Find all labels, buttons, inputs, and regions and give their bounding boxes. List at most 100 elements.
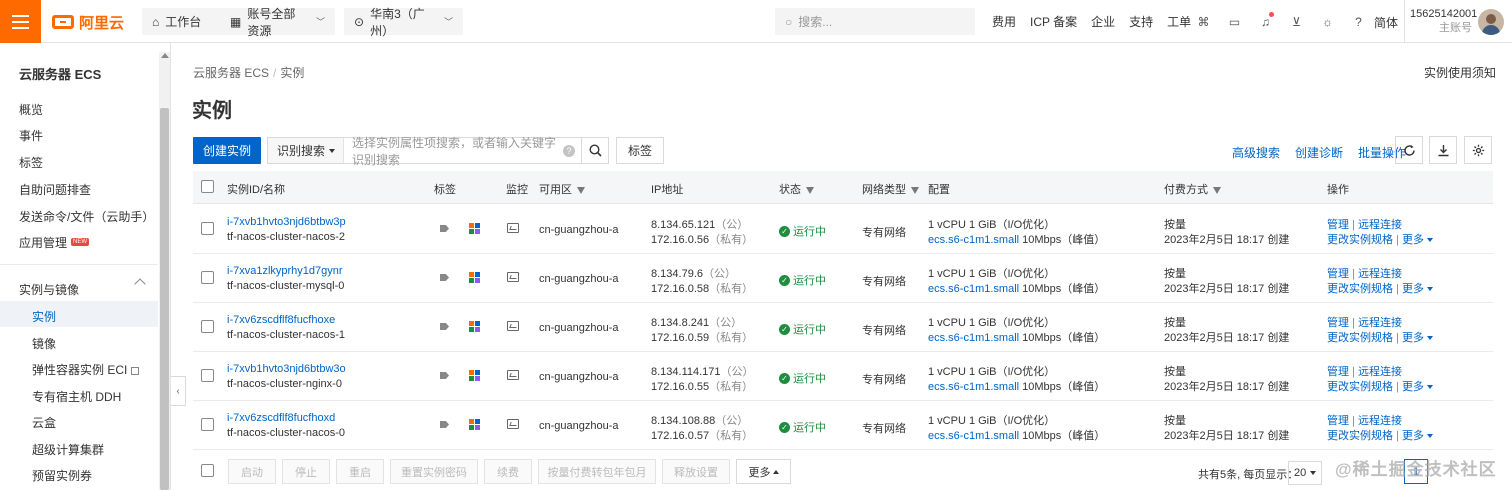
instance-usage-notice-link[interactable]: 实例使用须知 — [1424, 64, 1496, 81]
manage-link[interactable]: 管理 — [1327, 366, 1349, 378]
stop-button[interactable]: 停止 — [282, 459, 330, 484]
top-link-icp[interactable]: ICP 备案 — [1030, 13, 1077, 30]
instance-id-link[interactable]: i-7xv6zscdflf8fucfhoxd — [227, 412, 335, 424]
start-button[interactable]: 启动 — [228, 459, 276, 484]
instance-spec-link[interactable]: ecs.s6-c1m1.small — [928, 234, 1019, 246]
sidebar-section-instances-images[interactable]: 实例与镜像 — [19, 281, 79, 298]
row-checkbox[interactable] — [201, 320, 214, 333]
instance-id-link[interactable]: i-7xvb1hvto3njd6btbw3o — [227, 363, 346, 375]
remote-connect-link[interactable]: 远程连接 — [1358, 268, 1402, 280]
cloud-monitor-icon[interactable] — [469, 223, 480, 234]
create-instance-button[interactable]: 创建实例 — [193, 137, 261, 164]
sidebar-item-instances[interactable]: 实例 — [32, 308, 56, 325]
terminal-icon[interactable]: ▭ — [1227, 14, 1242, 29]
top-link-billing[interactable]: 费用 — [992, 13, 1016, 30]
create-diagnosis-link[interactable]: 创建诊断 — [1295, 144, 1343, 161]
sidebar-item-reserved[interactable]: 预留实例券 — [32, 467, 92, 484]
sidebar-item-scc[interactable]: 超级计算集群 — [32, 441, 104, 458]
release-settings-button[interactable]: 释放设置 — [662, 459, 730, 484]
change-spec-link[interactable]: 更改实例规格 — [1327, 430, 1393, 442]
aliyun-logo[interactable]: 阿里云 — [52, 11, 124, 33]
lightbulb-icon[interactable]: ☼ — [1320, 14, 1335, 29]
restart-button[interactable]: 重启 — [336, 459, 384, 484]
remote-connect-link[interactable]: 远程连接 — [1358, 366, 1402, 378]
tag-icon[interactable] — [440, 225, 449, 232]
row-checkbox[interactable] — [201, 369, 214, 382]
sidebar-item-troubleshoot[interactable]: 自助问题排查 — [19, 181, 91, 198]
row-checkbox[interactable] — [201, 418, 214, 431]
avatar[interactable] — [1478, 9, 1504, 35]
column-header-billing[interactable]: 付费方式 — [1164, 181, 1221, 197]
tag-icon[interactable] — [440, 274, 449, 281]
instance-spec-link[interactable]: ecs.s6-c1m1.small — [928, 430, 1019, 442]
instance-id-link[interactable]: i-7xva1zlkyprhy1d7gynr — [227, 265, 343, 277]
manage-link[interactable]: 管理 — [1327, 268, 1349, 280]
reset-password-button[interactable]: 重置实例密码 — [390, 459, 478, 484]
change-spec-link[interactable]: 更改实例规格 — [1327, 332, 1393, 344]
cloud-monitor-icon[interactable] — [469, 419, 480, 430]
sidebar-item-cloud-box[interactable]: 云盒 — [32, 414, 56, 431]
instance-id-link[interactable]: i-7xv6zscdflf8fucfhoxe — [227, 314, 335, 326]
more-actions-link[interactable]: 更多 — [1402, 283, 1433, 295]
filter-icon[interactable] — [577, 186, 585, 194]
page-size-select[interactable]: 20 — [1288, 461, 1322, 485]
search-type-select[interactable]: 识别搜索 — [268, 138, 345, 163]
help-question-icon[interactable]: ? — [563, 144, 575, 157]
more-actions-link[interactable]: 更多 — [1402, 332, 1433, 344]
renew-button[interactable]: 续费 — [484, 459, 532, 484]
cart-icon[interactable]: ⊻ — [1289, 14, 1304, 29]
bell-icon[interactable]: ♫ — [1258, 12, 1274, 29]
filter-icon[interactable] — [806, 186, 814, 194]
breadcrumb-root[interactable]: 云服务器 ECS — [193, 66, 269, 80]
scroll-up-arrow-icon[interactable] — [161, 53, 169, 58]
workbench-button[interactable]: ⌂ 工作台 — [142, 8, 221, 35]
top-link-ticket[interactable]: 工单 — [1167, 13, 1191, 30]
column-header-zone[interactable]: 可用区 — [539, 181, 585, 197]
hamburger-menu-icon[interactable] — [0, 0, 41, 43]
language-switch[interactable]: 简体 — [1374, 14, 1398, 31]
refresh-button[interactable] — [1395, 136, 1423, 164]
row-checkbox[interactable] — [201, 222, 214, 235]
sidebar-item-overview[interactable]: 概览 — [19, 101, 43, 118]
tag-icon[interactable] — [440, 372, 449, 379]
footer-more-button[interactable]: 更多 — [736, 459, 791, 484]
convert-billing-button[interactable]: 按量付费转包年包月 — [538, 459, 656, 484]
tag-icon[interactable] — [440, 421, 449, 428]
account-info[interactable]: 15625142001 主账号 — [1410, 7, 1477, 35]
top-link-support[interactable]: 支持 — [1129, 13, 1153, 30]
sidebar-item-app-management[interactable]: 应用管理 NEW — [19, 234, 90, 251]
select-all-checkbox[interactable] — [201, 180, 214, 193]
change-spec-link[interactable]: 更改实例规格 — [1327, 234, 1393, 246]
remote-connect-link[interactable]: 远程连接 — [1358, 415, 1402, 427]
sidebar-item-images[interactable]: 镜像 — [32, 335, 56, 352]
change-spec-link[interactable]: 更改实例规格 — [1327, 283, 1393, 295]
monitor-chart-icon[interactable] — [507, 223, 519, 233]
help-icon[interactable]: ? — [1351, 14, 1366, 29]
sidebar-item-tags[interactable]: 标签 — [19, 154, 43, 171]
manage-link[interactable]: 管理 — [1327, 415, 1349, 427]
filter-icon[interactable] — [911, 186, 919, 194]
monitor-chart-icon[interactable] — [507, 419, 519, 429]
cloud-monitor-icon[interactable] — [469, 321, 480, 332]
advanced-search-link[interactable]: 高级搜索 — [1232, 144, 1280, 161]
tag-icon[interactable] — [440, 323, 449, 330]
instance-spec-link[interactable]: ecs.s6-c1m1.small — [928, 381, 1019, 393]
manage-link[interactable]: 管理 — [1327, 317, 1349, 329]
region-selector[interactable]: ⊙ 华南3（广州） ﹀ — [344, 7, 463, 38]
tag-filter-button[interactable]: 标签 — [616, 137, 664, 164]
sidebar-item-eci[interactable]: 弹性容器实例 ECI — [32, 361, 140, 378]
sidebar-item-events[interactable]: 事件 — [19, 127, 43, 144]
remote-connect-link[interactable]: 远程连接 — [1358, 219, 1402, 231]
settings-button[interactable] — [1464, 136, 1492, 164]
search-button[interactable] — [581, 137, 609, 164]
more-actions-link[interactable]: 更多 — [1402, 381, 1433, 393]
instance-spec-link[interactable]: ecs.s6-c1m1.small — [928, 283, 1019, 295]
top-link-enterprise[interactable]: 企业 — [1091, 13, 1115, 30]
more-actions-link[interactable]: 更多 — [1402, 430, 1433, 442]
monitor-chart-icon[interactable] — [507, 321, 519, 331]
instance-id-link[interactable]: i-7xvb1hvto3njd6btbw3p — [227, 216, 346, 228]
resource-group-selector[interactable]: ▦ 账号全部资源 ﹀ — [220, 7, 335, 38]
row-checkbox[interactable] — [201, 271, 214, 284]
instance-spec-link[interactable]: ecs.s6-c1m1.small — [928, 332, 1019, 344]
filter-icon[interactable] — [1213, 186, 1221, 194]
